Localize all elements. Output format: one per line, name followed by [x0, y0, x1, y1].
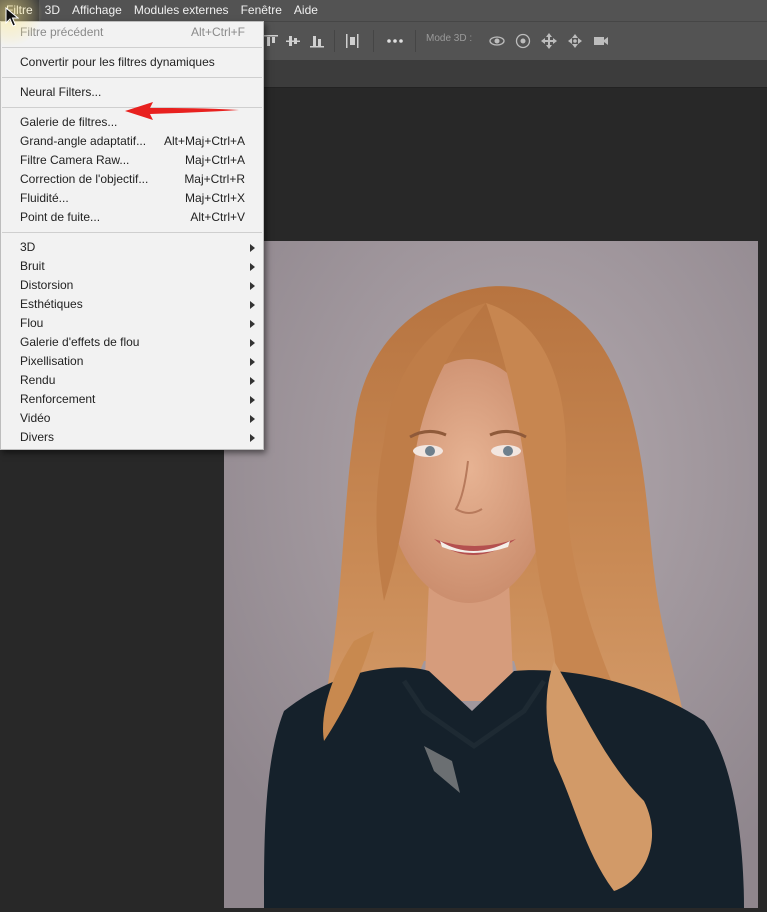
menu-aide[interactable]: Aide: [288, 0, 324, 21]
divider: [373, 30, 374, 52]
menu-3d[interactable]: 3D: [39, 0, 66, 21]
submenu-arrow-icon: [250, 415, 255, 423]
menu-item-liquify[interactable]: Fluidité... Maj+Ctrl+X: [1, 189, 263, 208]
menu-item-smart-filters[interactable]: Convertir pour les filtres dynamiques: [1, 53, 263, 72]
submenu-3d[interactable]: 3D: [1, 238, 263, 257]
filter-menu-dropdown: Filtre précédent Alt+Ctrl+F Convertir po…: [0, 21, 264, 450]
submenu-arrow-icon: [250, 320, 255, 328]
submenu-renforcement[interactable]: Renforcement: [1, 390, 263, 409]
submenu-arrow-icon: [250, 263, 255, 271]
more-icon[interactable]: [386, 32, 404, 50]
distribute-icon[interactable]: [343, 32, 361, 50]
slide-3d-icon[interactable]: [566, 32, 584, 50]
submenu-arrow-icon: [250, 358, 255, 366]
submenu-arrow-icon: [250, 244, 255, 252]
submenu-pixellisation[interactable]: Pixellisation: [1, 352, 263, 371]
menu-item-adaptive-wide-angle[interactable]: Grand-angle adaptatif... Alt+Maj+Ctrl+A: [1, 132, 263, 151]
submenu-arrow-icon: [250, 396, 255, 404]
submenu-distorsion[interactable]: Distorsion: [1, 276, 263, 295]
menu-modules-externes[interactable]: Modules externes: [128, 0, 235, 21]
menu-divider: [2, 77, 262, 78]
mode-3d-label: Mode 3D :: [426, 33, 473, 44]
roll-3d-icon[interactable]: [514, 32, 532, 50]
pan-3d-icon[interactable]: [540, 32, 558, 50]
submenu-bruit[interactable]: Bruit: [1, 257, 263, 276]
menu-divider: [2, 47, 262, 48]
submenu-arrow-icon: [250, 282, 255, 290]
divider: [334, 30, 335, 52]
camera-3d-icon[interactable]: [592, 32, 610, 50]
submenu-divers[interactable]: Divers: [1, 428, 263, 447]
document-image[interactable]: [224, 241, 758, 908]
portrait-photo: [224, 241, 758, 908]
menu-divider: [2, 232, 262, 233]
align-bottom-icon[interactable]: [308, 32, 326, 50]
submenu-video[interactable]: Vidéo: [1, 409, 263, 428]
align-top-icon[interactable]: [262, 32, 280, 50]
menu-fenetre[interactable]: Fenêtre: [235, 0, 288, 21]
menu-bar: Filtre 3D Affichage Modules externes Fen…: [0, 0, 767, 21]
submenu-rendu[interactable]: Rendu: [1, 371, 263, 390]
submenu-galerie-effets-flou[interactable]: Galerie d'effets de flou: [1, 333, 263, 352]
menu-item-last-filter[interactable]: Filtre précédent Alt+Ctrl+F: [1, 23, 263, 42]
mouse-pointer-icon: [5, 7, 19, 27]
orbit-3d-icon[interactable]: [488, 32, 506, 50]
submenu-esthetiques[interactable]: Esthétiques: [1, 295, 263, 314]
submenu-flou[interactable]: Flou: [1, 314, 263, 333]
annotation-arrow-icon: [125, 102, 239, 120]
menu-affichage[interactable]: Affichage: [66, 0, 128, 21]
submenu-arrow-icon: [250, 434, 255, 442]
menu-item-camera-raw[interactable]: Filtre Camera Raw... Maj+Ctrl+A: [1, 151, 263, 170]
submenu-arrow-icon: [250, 301, 255, 309]
menu-item-vanishing-point[interactable]: Point de fuite... Alt+Ctrl+V: [1, 208, 263, 227]
submenu-arrow-icon: [250, 377, 255, 385]
submenu-arrow-icon: [250, 339, 255, 347]
menu-item-lens-correction[interactable]: Correction de l'objectif... Maj+Ctrl+R: [1, 170, 263, 189]
align-vcenter-icon[interactable]: [284, 32, 302, 50]
divider: [415, 30, 416, 52]
